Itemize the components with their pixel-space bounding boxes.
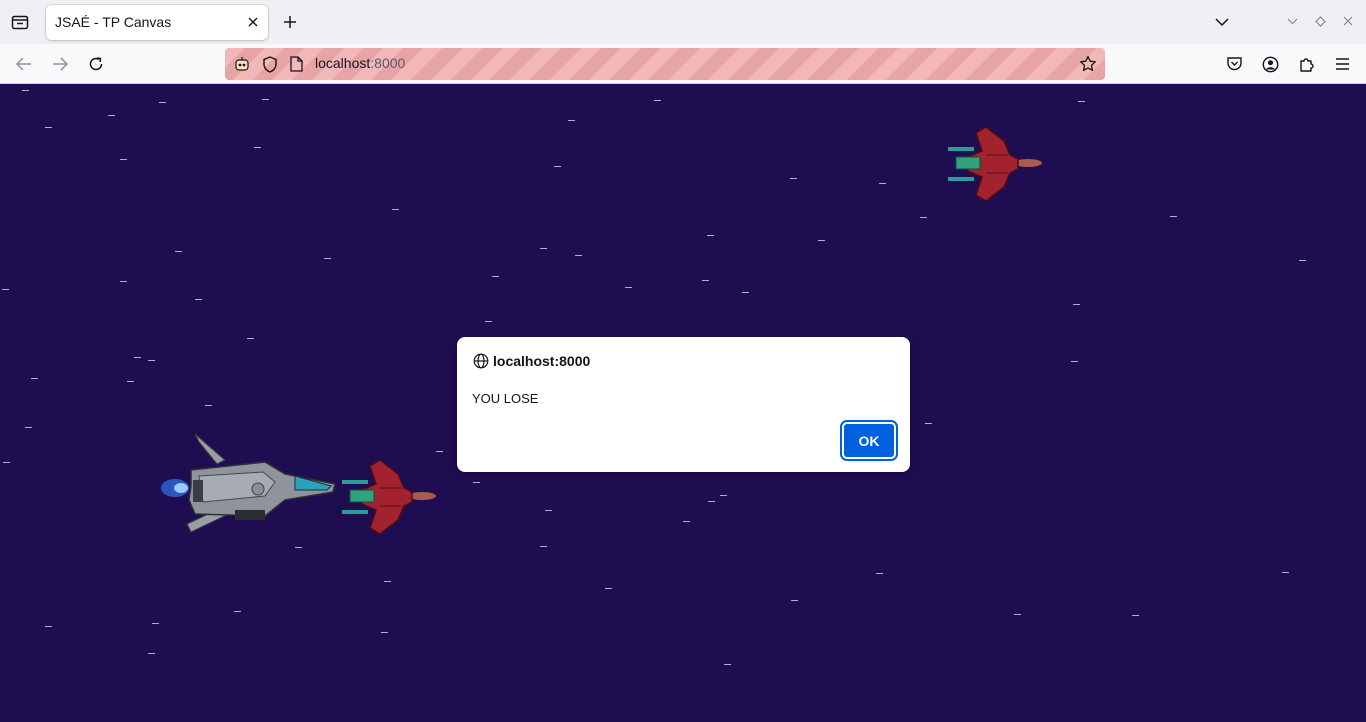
star — [234, 611, 241, 612]
globe-icon — [473, 353, 489, 369]
star — [1014, 614, 1021, 615]
star — [575, 255, 582, 256]
minimize-icon[interactable] — [1284, 13, 1300, 29]
star — [540, 546, 547, 547]
star — [724, 664, 731, 665]
pocket-icon[interactable] — [1224, 54, 1244, 74]
star — [1132, 615, 1139, 616]
star — [195, 299, 202, 300]
star — [554, 166, 561, 167]
star — [45, 127, 52, 128]
star — [1170, 216, 1177, 217]
star — [1078, 101, 1085, 102]
star — [381, 632, 388, 633]
star — [120, 281, 127, 282]
star — [790, 178, 797, 179]
star — [702, 280, 709, 281]
alert-dialog: localhost:8000 YOU LOSE OK — [457, 337, 910, 472]
star — [262, 99, 269, 100]
star — [22, 90, 29, 91]
star-icon[interactable] — [1078, 54, 1098, 74]
star — [45, 626, 52, 627]
star — [108, 115, 115, 116]
tab-title: JSAÉ - TP Canvas — [55, 14, 172, 30]
star — [120, 159, 127, 160]
star — [127, 381, 134, 382]
star — [384, 581, 391, 582]
url-host: localhost — [315, 55, 371, 71]
star — [791, 600, 798, 601]
close-icon[interactable] — [244, 13, 262, 31]
star — [568, 120, 575, 121]
star — [134, 357, 141, 358]
new-tab-icon[interactable] — [280, 12, 300, 32]
star — [152, 623, 159, 624]
star — [205, 405, 212, 406]
firefox-view-icon[interactable] — [8, 11, 32, 33]
star — [473, 482, 480, 483]
star — [605, 588, 612, 589]
star — [1299, 260, 1306, 261]
star — [540, 248, 547, 249]
dialog-message: YOU LOSE — [472, 391, 539, 406]
star — [175, 251, 182, 252]
extensions-icon[interactable] — [1296, 54, 1316, 74]
star — [436, 451, 443, 452]
star — [25, 427, 32, 428]
star — [159, 102, 166, 103]
star — [295, 547, 302, 548]
star — [3, 462, 10, 463]
star — [879, 183, 886, 184]
tab-active[interactable]: JSAÉ - TP Canvas — [46, 5, 268, 40]
enemy-ship — [342, 459, 436, 535]
star — [625, 287, 632, 288]
star — [925, 423, 932, 424]
star — [324, 258, 331, 259]
forward-icon[interactable] — [50, 54, 70, 74]
star — [818, 240, 825, 241]
back-icon[interactable] — [14, 54, 34, 74]
window-close-icon[interactable] — [1340, 13, 1356, 29]
dialog-origin: localhost:8000 — [493, 353, 591, 369]
star — [654, 100, 661, 101]
star — [247, 338, 254, 339]
star — [148, 360, 155, 361]
star — [148, 653, 155, 654]
star — [1071, 361, 1078, 362]
star — [2, 289, 9, 290]
star — [392, 209, 399, 210]
star — [707, 235, 714, 236]
star — [1073, 304, 1080, 305]
url-text: localhost:8000 — [315, 55, 405, 71]
navigation-bar: localhost:8000 — [0, 44, 1366, 84]
menu-icon[interactable] — [1332, 54, 1352, 74]
star — [254, 147, 261, 148]
ok-button[interactable]: OK — [840, 420, 898, 461]
star — [31, 378, 38, 379]
star — [545, 510, 552, 511]
url-port: :8000 — [370, 55, 406, 71]
robot-icon[interactable] — [232, 54, 252, 74]
url-bar[interactable]: localhost:8000 — [225, 48, 1105, 80]
tab-bar: JSAÉ - TP Canvas — [0, 0, 1366, 44]
star — [1282, 572, 1289, 573]
star — [708, 501, 715, 502]
star — [742, 292, 749, 293]
star — [485, 321, 492, 322]
list-tabs-icon[interactable] — [1212, 12, 1232, 32]
enemy-ship — [948, 126, 1042, 202]
maximize-icon[interactable] — [1312, 13, 1328, 29]
player-ship — [161, 433, 336, 533]
star — [876, 573, 883, 574]
shield-icon[interactable] — [260, 54, 280, 74]
account-icon[interactable] — [1260, 54, 1280, 74]
page-icon[interactable] — [287, 55, 305, 73]
star — [683, 521, 690, 522]
star — [920, 217, 927, 218]
reload-icon[interactable] — [86, 54, 106, 74]
star — [720, 495, 727, 496]
star — [492, 276, 499, 277]
